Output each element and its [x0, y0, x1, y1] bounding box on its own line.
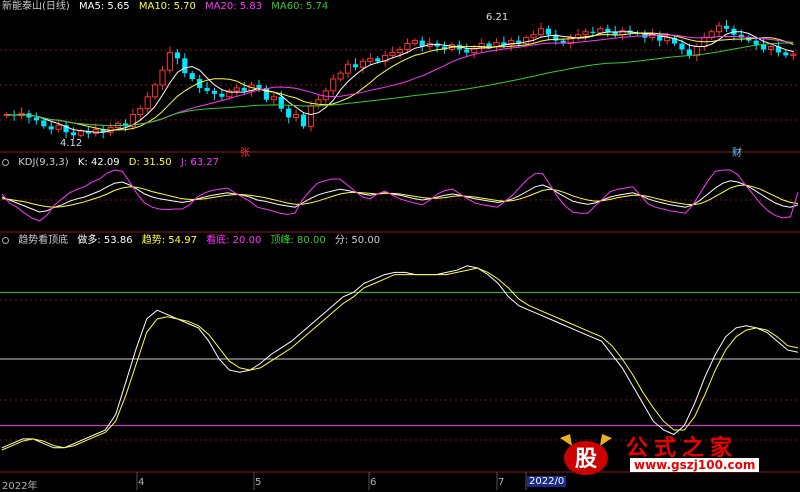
candle-body — [753, 40, 759, 45]
ma20-label: MA20: 5.83 — [205, 1, 263, 12]
candle-body — [241, 87, 247, 91]
candle-body — [590, 31, 596, 33]
indicator-toggle-icon[interactable] — [2, 237, 9, 244]
candle-body — [545, 28, 552, 35]
candle-body — [352, 64, 359, 68]
candle-body — [256, 84, 262, 88]
candle-body — [286, 108, 292, 118]
x-axis-label: 6 — [370, 477, 377, 488]
candle-body — [92, 128, 99, 134]
candle-body — [486, 43, 492, 47]
candle-body — [389, 51, 396, 56]
candle-body — [189, 73, 195, 80]
candle-body — [278, 96, 284, 109]
candle-body — [159, 69, 166, 86]
candle-body — [375, 58, 381, 62]
candle-body — [723, 25, 730, 29]
x-axis-cursor-label: 2022/0 — [527, 476, 567, 487]
watermark-url: www.gszj100.com — [630, 458, 760, 472]
trend-long-label: 做多: 53.86 — [77, 235, 133, 246]
trend-header: 趋势看顶底 做多: 53.86 趋势: 54.97 看底: 20.00 顶峰: … — [2, 234, 386, 248]
candle-body — [597, 28, 604, 34]
low-price-annotation: 4.12 — [60, 138, 83, 149]
candle-body — [761, 44, 767, 50]
candle-body — [270, 96, 277, 101]
candle-body — [605, 28, 611, 32]
candle-body — [166, 51, 174, 71]
kdj-k-label: K: 42.09 — [77, 157, 120, 168]
price-header: 新能泰山(日线) MA5: 5.65 MA10: 5.70 MA20: 5.83… — [2, 0, 334, 14]
candle-body — [144, 96, 151, 110]
candle-body — [204, 87, 210, 91]
trend-title: 趋势看顶底 — [18, 235, 69, 246]
kdj-title: KDJ(9,3,3) — [18, 157, 69, 168]
indicator-toggle-icon[interactable] — [2, 159, 9, 166]
trend-trend-label: 趋势: 54.97 — [141, 235, 197, 246]
candle-body — [359, 60, 366, 68]
candle-body — [33, 117, 39, 121]
candle-body — [367, 57, 374, 62]
ma5-label: MA5: 5.65 — [79, 1, 130, 12]
stock-title: 新能泰山(日线) — [2, 1, 70, 12]
candle-body — [77, 130, 85, 136]
trend-peak-label: 顶峰: 80.00 — [270, 235, 326, 246]
candle-body — [664, 37, 671, 42]
candle-body — [530, 34, 537, 39]
high-price-annotation: 6.21 — [486, 12, 509, 23]
kdj-j-label: J: 63.27 — [180, 157, 219, 168]
x-axis-label: 5 — [255, 477, 262, 488]
watermark-logo-icon: 股 — [560, 434, 612, 475]
candle-body — [182, 58, 188, 74]
candle-body — [55, 124, 62, 130]
x-axis-label: 4 — [138, 477, 145, 488]
candle-body — [48, 126, 54, 130]
candle-body — [464, 49, 470, 53]
ma10-label: MA10: 5.70 — [138, 1, 196, 12]
trend-mid-label: 分: 50.00 — [334, 235, 381, 246]
candle-body — [767, 46, 775, 50]
candle-body — [715, 25, 723, 33]
candle-body — [152, 84, 159, 98]
kdj-d-label: D: 31.50 — [128, 157, 172, 168]
candle-body — [693, 46, 700, 56]
candle-body — [686, 49, 692, 56]
kdj-d-line — [1, 184, 799, 208]
watermark: 股 公式之家 www.gszj100.com — [556, 432, 796, 476]
candle-body — [300, 114, 307, 127]
ma60-label: MA60: 5.74 — [271, 1, 329, 12]
event-marker-cai[interactable]: 财 — [732, 144, 742, 159]
trend-bottom-label: 看底: 20.00 — [206, 235, 262, 246]
candle-body — [137, 108, 144, 116]
candle-body — [219, 93, 225, 97]
candle-body — [411, 40, 418, 45]
candle-body — [211, 90, 218, 94]
candle-body — [537, 28, 545, 36]
candle-body — [293, 114, 300, 118]
candle-body — [396, 48, 404, 53]
candle-body — [790, 53, 797, 56]
candle-body — [307, 105, 315, 127]
kdj-k-line — [1, 180, 799, 213]
watermark-logo-char: 股 — [575, 447, 597, 472]
candle-body — [330, 78, 337, 92]
kdj-header: KDJ(9,3,3) K: 42.09 D: 31.50 J: 63.27 — [2, 156, 225, 170]
candle-body — [233, 87, 240, 92]
candle-body — [41, 120, 47, 127]
candle-body — [337, 72, 344, 80]
trend-line — [1, 265, 799, 449]
candle-body — [679, 43, 685, 50]
x-axis-label: 7 — [498, 477, 505, 488]
candle-body — [70, 132, 77, 136]
candle-body — [404, 43, 411, 50]
event-marker-zhang[interactable]: 张 — [240, 144, 250, 159]
candle-body — [582, 31, 589, 36]
candle-body — [344, 63, 352, 74]
candle-body — [783, 52, 789, 56]
candle-body — [174, 52, 180, 59]
